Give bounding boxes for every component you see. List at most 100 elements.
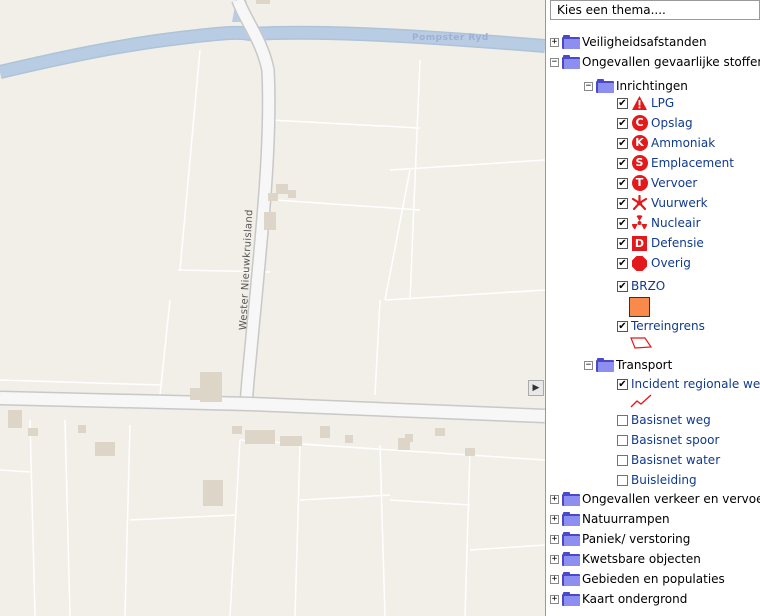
tree-node-inrichtingen[interactable]: − Inrichtingen (584, 77, 688, 95)
layer-checkbox[interactable]: ✔ (617, 378, 628, 390)
layer-checkbox[interactable]: ✔ (617, 117, 628, 129)
expand-icon[interactable]: + (550, 514, 559, 524)
layer-label[interactable]: LPG (651, 96, 674, 110)
folder-open-icon (562, 55, 580, 69)
ammoniak-symbol-icon: K (631, 135, 648, 152)
layer-checkbox[interactable]: ✔ (617, 280, 628, 292)
layer-overig[interactable]: ✔ Overig (617, 254, 691, 272)
tree-label: Gebieden en populaties (582, 572, 725, 586)
layer-checkbox[interactable]: ✔ (617, 137, 628, 149)
tree-label: Inrichtingen (616, 79, 688, 93)
emplacement-symbol-icon: S (631, 155, 648, 172)
radiation-icon (631, 215, 648, 232)
layer-opslag[interactable]: ✔ C Opslag (617, 114, 693, 132)
tree-node-ongevallen-gevaarlijke-stoffen[interactable]: − Ongevallen gevaarlijke stoffen (550, 53, 760, 71)
map-canvas (0, 0, 545, 616)
folder-open-icon (596, 79, 614, 93)
layer-label[interactable]: Emplacement (651, 156, 734, 170)
layer-label[interactable]: Opslag (651, 116, 693, 130)
layer-checkbox[interactable] (617, 454, 628, 466)
layer-lpg[interactable]: ✔ LPG (617, 94, 674, 112)
incident-line-legend-icon (630, 394, 652, 408)
layer-label[interactable]: Ammoniak (651, 136, 715, 150)
tree-node-kaart-ondergrond[interactable]: + Kaart ondergrond (550, 590, 687, 608)
expand-icon[interactable]: + (550, 594, 559, 604)
layer-incident-regionale-weg[interactable]: ✔ Incident regionale weg (617, 375, 760, 393)
layer-checkbox[interactable]: ✔ (617, 177, 628, 189)
warning-triangle-icon (631, 95, 648, 112)
folder-icon (562, 532, 580, 546)
layer-nucleair[interactable]: ✔ Nucleair (617, 214, 701, 232)
layer-label[interactable]: Overig (651, 256, 691, 270)
layer-label[interactable]: Vuurwerk (651, 196, 708, 210)
expand-icon[interactable]: + (550, 574, 559, 584)
layer-label[interactable]: Incident regionale weg (631, 377, 760, 391)
waterway-label: Pompster Ryd (412, 33, 489, 43)
tree-label: Ongevallen verkeer en vervoer (582, 492, 760, 506)
tree-label: Paniek/ verstoring (582, 532, 691, 546)
tree-node-kwetsbare-objecten[interactable]: + Kwetsbare objecten (550, 550, 701, 568)
layer-checkbox[interactable]: ✔ (617, 257, 628, 269)
layer-buisleiding[interactable]: Buisleiding (617, 471, 697, 489)
expand-icon[interactable]: + (550, 554, 559, 564)
layer-vervoer[interactable]: ✔ T Vervoer (617, 174, 697, 192)
layer-checkbox[interactable] (617, 414, 628, 426)
tree-node-transport[interactable]: − Transport (584, 356, 672, 374)
tree-node-paniek[interactable]: + Paniek/ verstoring (550, 530, 690, 548)
layer-label[interactable]: Terreingrens (631, 319, 705, 333)
tree-node-veiligheidsafstanden[interactable]: + Veiligheidsafstanden (550, 33, 707, 51)
brzo-legend-swatch (629, 297, 650, 317)
tree-node-ongevallen-verkeer[interactable]: + Ongevallen verkeer en vervoer (550, 490, 760, 508)
layer-label[interactable]: Nucleair (651, 216, 701, 230)
layer-checkbox[interactable] (617, 434, 628, 446)
tree-label: Veiligheidsafstanden (582, 35, 707, 49)
layer-label[interactable]: Basisnet weg (631, 413, 711, 427)
layer-emplacement[interactable]: ✔ S Emplacement (617, 154, 734, 172)
layer-checkbox[interactable]: ✔ (617, 197, 628, 209)
tree-label: Ongevallen gevaarlijke stoffen (582, 55, 760, 69)
layer-checkbox[interactable]: ✔ (617, 97, 628, 109)
layer-brzo[interactable]: ✔ BRZO (617, 277, 665, 295)
layer-label[interactable]: Vervoer (651, 176, 697, 190)
terreingrens-legend-icon (630, 337, 653, 349)
layer-checkbox[interactable] (617, 474, 628, 486)
tree-label: Natuurrampen (582, 512, 670, 526)
layer-label[interactable]: Buisleiding (631, 473, 697, 487)
layer-defensie[interactable]: ✔ D Defensie (617, 234, 704, 252)
expand-icon[interactable]: + (550, 494, 559, 504)
layer-terreingrens[interactable]: ✔ Terreingrens (617, 317, 705, 335)
layer-basisnet-spoor[interactable]: Basisnet spoor (617, 431, 719, 449)
folder-open-icon (596, 358, 614, 372)
defensie-symbol-icon: D (631, 235, 648, 252)
expand-icon[interactable]: + (550, 37, 559, 47)
fireworks-icon (631, 195, 648, 212)
tree-node-natuurrampen[interactable]: + Natuurrampen (550, 510, 670, 528)
folder-icon (562, 512, 580, 526)
tree-node-gebieden[interactable]: + Gebieden en populaties (550, 570, 725, 588)
tree-label: Kwetsbare objecten (582, 552, 701, 566)
collapse-icon[interactable]: − (584, 360, 593, 370)
collapse-icon[interactable]: − (584, 81, 593, 91)
folder-icon (562, 592, 580, 606)
opslag-symbol-icon: C (631, 115, 648, 132)
tree-label: Kaart ondergrond (582, 592, 688, 606)
layer-checkbox[interactable]: ✔ (617, 217, 628, 229)
collapse-icon[interactable]: − (550, 57, 559, 67)
layer-label[interactable]: Basisnet water (631, 453, 720, 467)
layer-checkbox[interactable]: ✔ (617, 157, 628, 169)
layer-ammoniak[interactable]: ✔ K Ammoniak (617, 134, 715, 152)
layer-vuurwerk[interactable]: ✔ Vuurwerk (617, 194, 708, 212)
collapse-panel-button[interactable]: ▶ (528, 380, 544, 396)
expand-icon[interactable]: + (550, 534, 559, 544)
vervoer-symbol-icon: T (631, 175, 648, 192)
layer-label[interactable]: Basisnet spoor (631, 433, 719, 447)
layer-label[interactable]: Defensie (651, 236, 704, 250)
map-view[interactable]: Pompster Ryd Wester Nieuwkruisland ▶ (0, 0, 545, 616)
theme-select[interactable]: Kies een thema.... (550, 0, 760, 20)
layer-checkbox[interactable]: ✔ (617, 320, 628, 332)
layer-basisnet-water[interactable]: Basisnet water (617, 451, 720, 469)
layer-label[interactable]: BRZO (631, 279, 665, 293)
folder-icon (562, 572, 580, 586)
layer-checkbox[interactable]: ✔ (617, 237, 628, 249)
layer-basisnet-weg[interactable]: Basisnet weg (617, 411, 711, 429)
